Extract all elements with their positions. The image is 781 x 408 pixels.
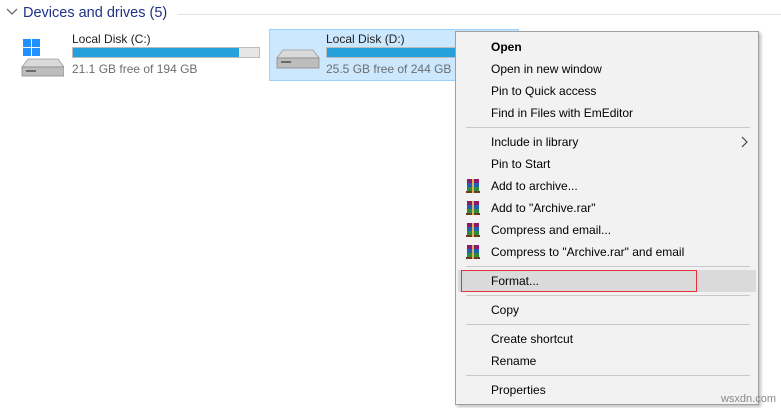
group-divider [178,14,781,15]
winrar-icon [466,245,480,259]
drive-item-c[interactable]: Local Disk (C:) 21.1 GB free of 194 GB [14,29,262,81]
menu-item-rename[interactable]: Rename [458,350,756,372]
menu-item-label: Properties [491,383,546,397]
menu-separator [466,375,750,376]
drive-free-space: 21.1 GB free of 194 GB [72,62,198,76]
menu-item-pin-to-start[interactable]: Pin to Start [458,153,756,175]
drive-usage-fill [73,48,239,57]
menu-item-add-to-archive-rar[interactable]: Add to "Archive.rar" [458,197,756,219]
menu-separator [466,324,750,325]
menu-item-label: Pin to Quick access [491,84,597,98]
drive-usage-bar [72,47,260,58]
menu-item-compress-and-email[interactable]: Compress and email... [458,219,756,241]
menu-item-create-shortcut[interactable]: Create shortcut [458,328,756,350]
winrar-icon [466,223,480,237]
watermark: wsxdn.com [720,393,776,405]
menu-item-pin-quick-access[interactable]: Pin to Quick access [458,80,756,102]
drive-label: Local Disk (C:) [72,32,151,46]
winrar-icon [466,201,480,215]
menu-item-label: Include in library [491,135,579,149]
chevron-down-icon[interactable] [6,8,18,16]
menu-item-open-new-window[interactable]: Open in new window [458,58,756,80]
menu-item-format[interactable]: Format... [458,270,756,292]
winrar-icon [466,179,480,193]
menu-item-label: Compress and email... [491,223,612,237]
menu-item-label: Format... [491,274,540,288]
devices-and-drives-group-header[interactable]: Devices and drives (5) [0,0,781,28]
windows-drive-icon [21,39,64,77]
menu-separator [466,127,750,128]
drive-label: Local Disk (D:) [326,32,405,46]
menu-separator [466,295,750,296]
menu-item-label: Copy [491,303,520,317]
menu-item-open[interactable]: Open [458,36,756,58]
drive-free-space: 25.5 GB free of 244 GB [326,62,452,76]
menu-item-label: Rename [491,354,537,368]
menu-item-properties[interactable]: Properties [458,379,756,401]
menu-item-label: Add to archive... [491,179,578,193]
menu-item-copy[interactable]: Copy [458,299,756,321]
menu-item-label: Add to "Archive.rar" [491,201,596,215]
menu-item-include-in-library[interactable]: Include in library [458,131,756,153]
menu-item-find-in-files-emeditor[interactable]: Find in Files with EmEditor [458,102,756,124]
group-title: Devices and drives (5) [23,5,168,21]
menu-item-label: Find in Files with EmEditor [491,106,634,120]
chevron-right-icon [741,136,748,148]
menu-item-label: Create shortcut [491,332,574,346]
menu-item-add-to-archive[interactable]: Add to archive... [458,175,756,197]
menu-item-label: Compress to "Archive.rar" and email [491,245,685,259]
menu-item-label: Open in new window [491,62,602,76]
hard-drive-icon [276,49,320,69]
context-menu: Open Open in new window Pin to Quick acc… [455,31,759,405]
menu-item-compress-to-archive-rar-and-email[interactable]: Compress to "Archive.rar" and email [458,241,756,263]
menu-item-label: Pin to Start [491,157,551,171]
menu-item-label: Open [491,40,522,54]
menu-separator [466,266,750,267]
